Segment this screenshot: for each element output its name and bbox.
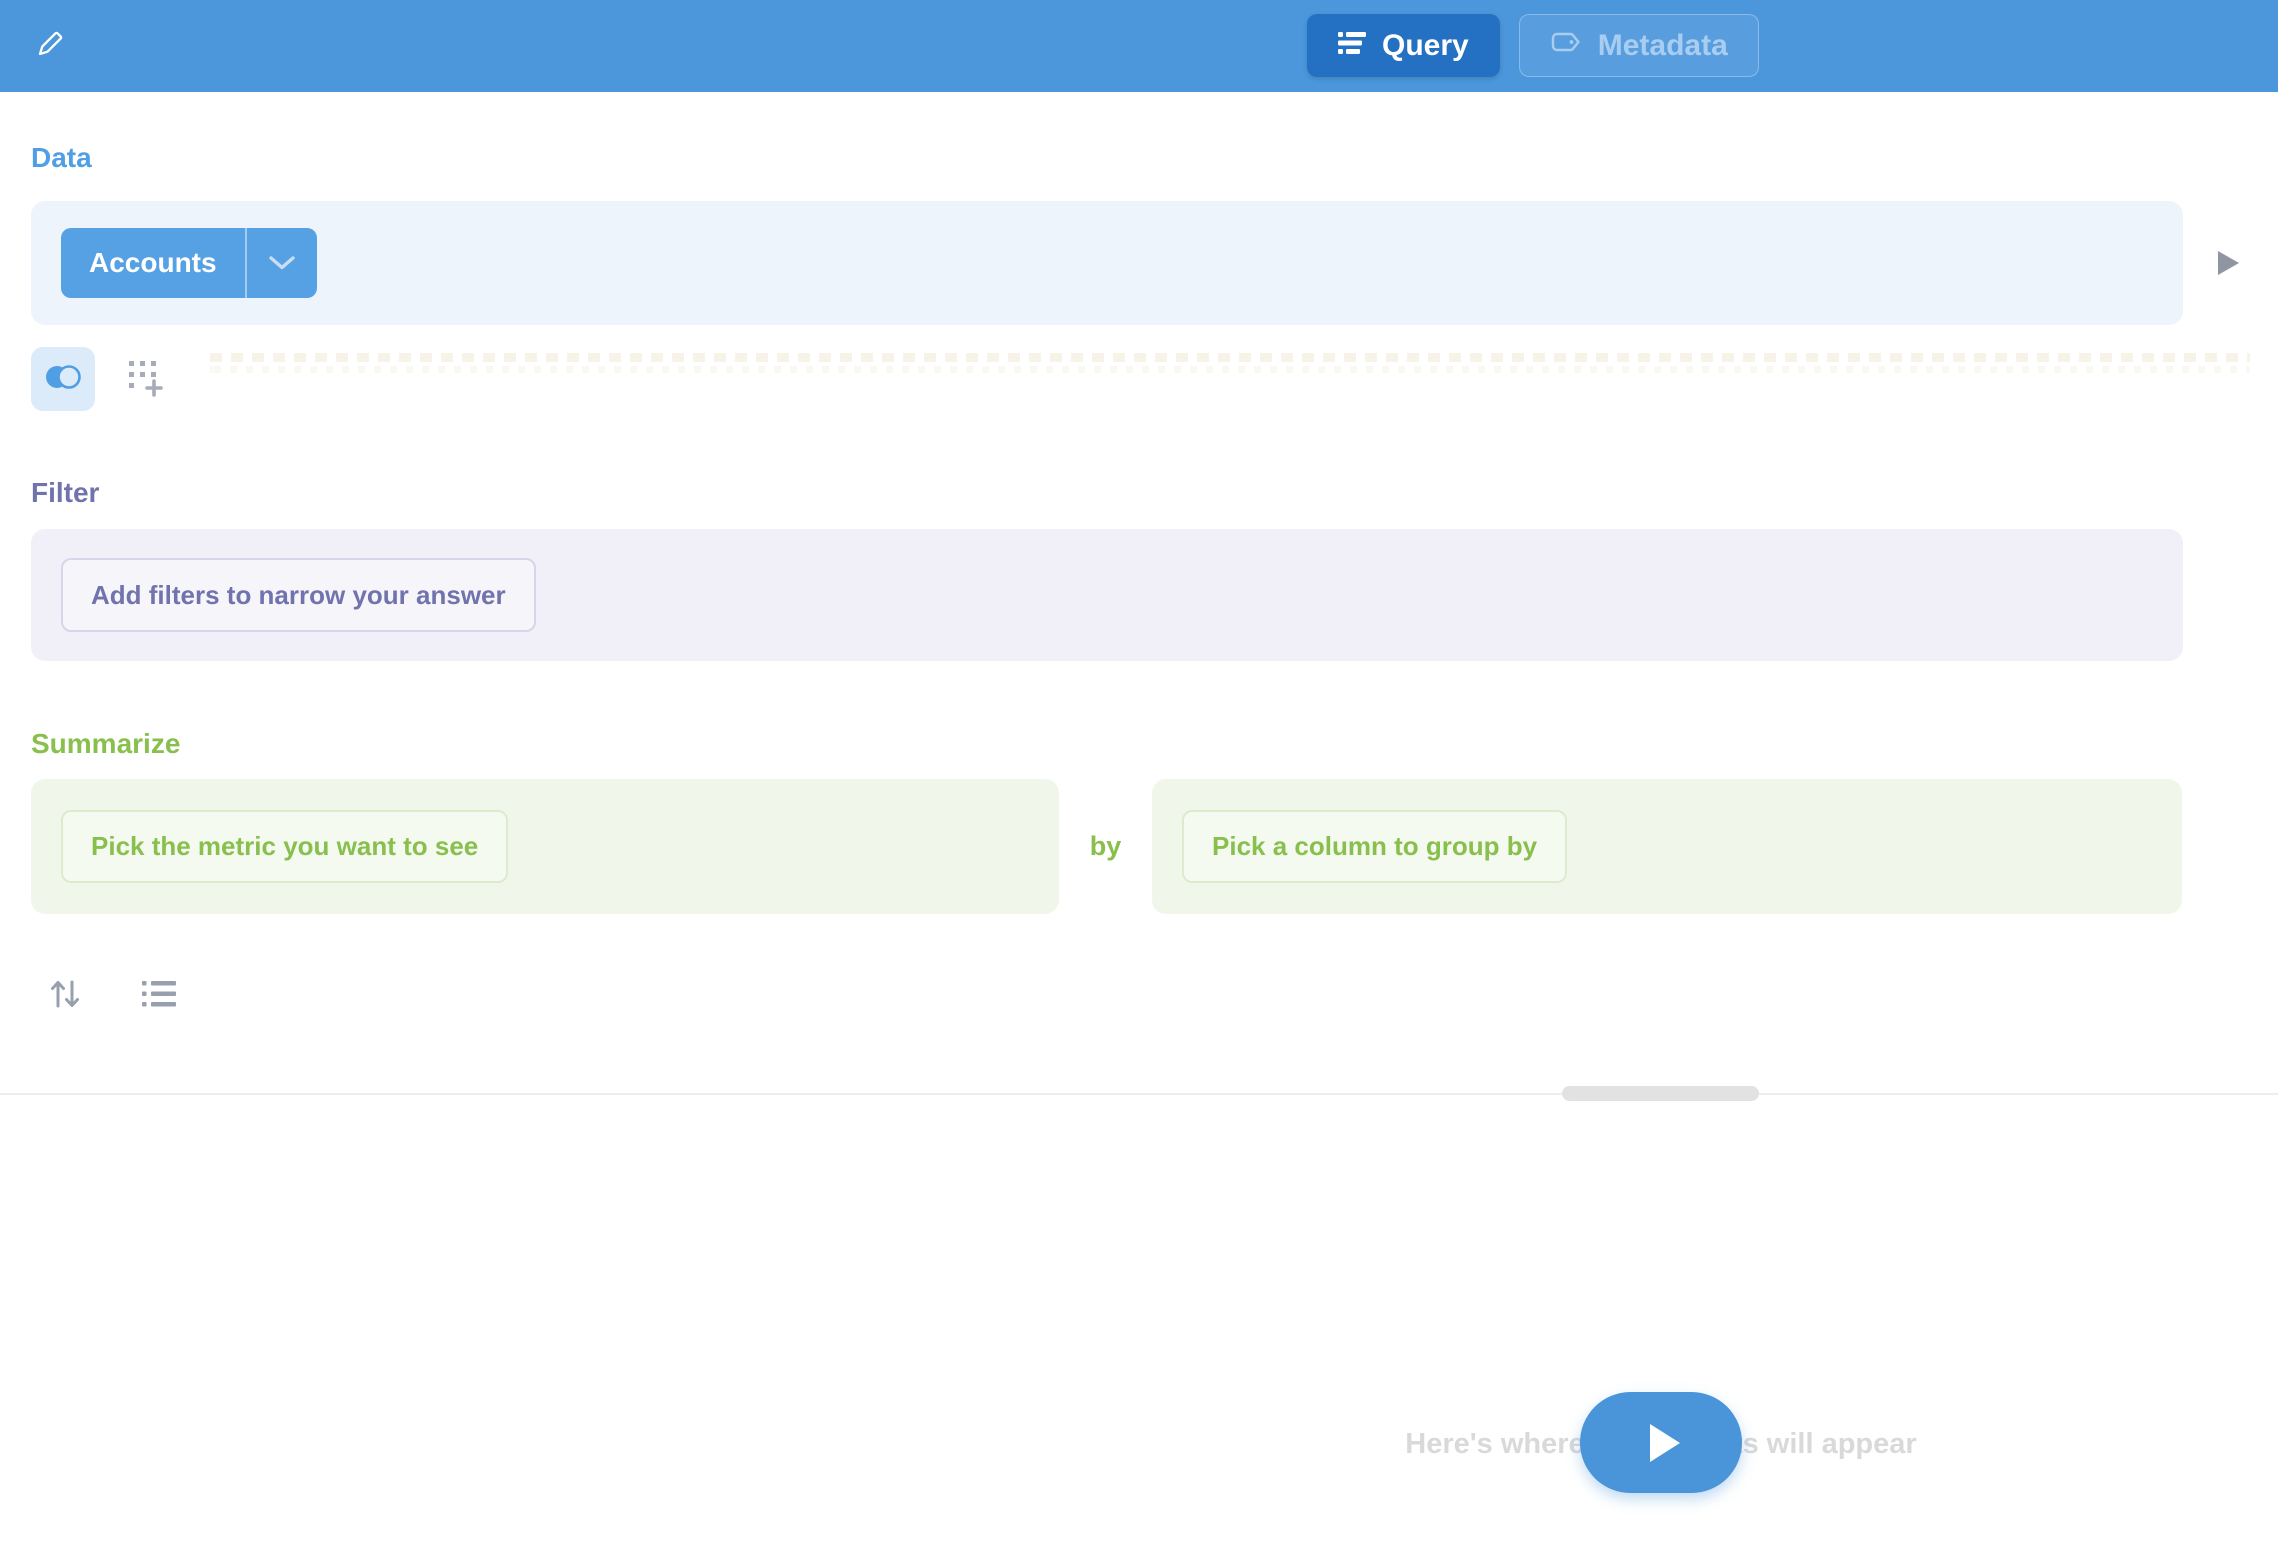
sort-button[interactable]: [43, 974, 87, 1018]
edit-name-button[interactable]: [30, 26, 70, 66]
data-panel: Accounts: [31, 201, 2183, 325]
filter-panel: Add filters to narrow your answer: [31, 529, 2183, 661]
pick-groupby-label: Pick a column to group by: [1212, 831, 1537, 862]
row-limit-button[interactable]: [138, 976, 180, 1016]
play-icon: [1650, 1424, 1680, 1462]
summarize-groupby-panel: Pick a column to group by: [1152, 779, 2182, 914]
list-icon: [142, 980, 176, 1013]
pick-metric-label: Pick the metric you want to see: [91, 831, 478, 862]
tab-metadata-label: Metadata: [1598, 29, 1728, 63]
pick-groupby-button[interactable]: Pick a column to group by: [1182, 810, 1567, 883]
join-venn-icon: [43, 363, 83, 396]
data-source-label: Accounts: [61, 228, 245, 298]
faint-watermark: [210, 351, 2250, 375]
editor-tabs: Query Metadata: [1307, 14, 1759, 77]
tag-icon: [1550, 29, 1582, 63]
pick-metric-button[interactable]: Pick the metric you want to see: [61, 810, 508, 883]
custom-column-icon: [127, 359, 165, 402]
add-filter-label: Add filters to narrow your answer: [91, 580, 506, 611]
run-query-button[interactable]: [1580, 1392, 1742, 1493]
pane-divider: [0, 1093, 2278, 1095]
custom-column-button[interactable]: [124, 358, 168, 402]
summarize-metric-panel: Pick the metric you want to see: [31, 779, 1059, 914]
top-bar: Query Metadata: [0, 0, 2278, 92]
add-filter-button[interactable]: Add filters to narrow your answer: [61, 558, 536, 632]
tab-query-label: Query: [1382, 29, 1469, 63]
summarize-section-label: Summarize: [31, 728, 180, 760]
tab-metadata[interactable]: Metadata: [1519, 14, 1759, 77]
data-section-label: Data: [31, 142, 92, 174]
by-label: by: [1059, 831, 1152, 862]
chevron-down-icon[interactable]: [247, 228, 317, 298]
sort-arrows-icon: [49, 978, 81, 1015]
notebook-icon: [1338, 29, 1366, 63]
tab-query[interactable]: Query: [1307, 14, 1500, 77]
preview-step-icon[interactable]: [2218, 251, 2239, 275]
resize-handle[interactable]: [1562, 1086, 1759, 1101]
join-data-button[interactable]: [31, 347, 95, 411]
data-source-button[interactable]: Accounts: [61, 228, 317, 298]
filter-section-label: Filter: [31, 477, 99, 509]
pencil-icon: [33, 27, 67, 66]
